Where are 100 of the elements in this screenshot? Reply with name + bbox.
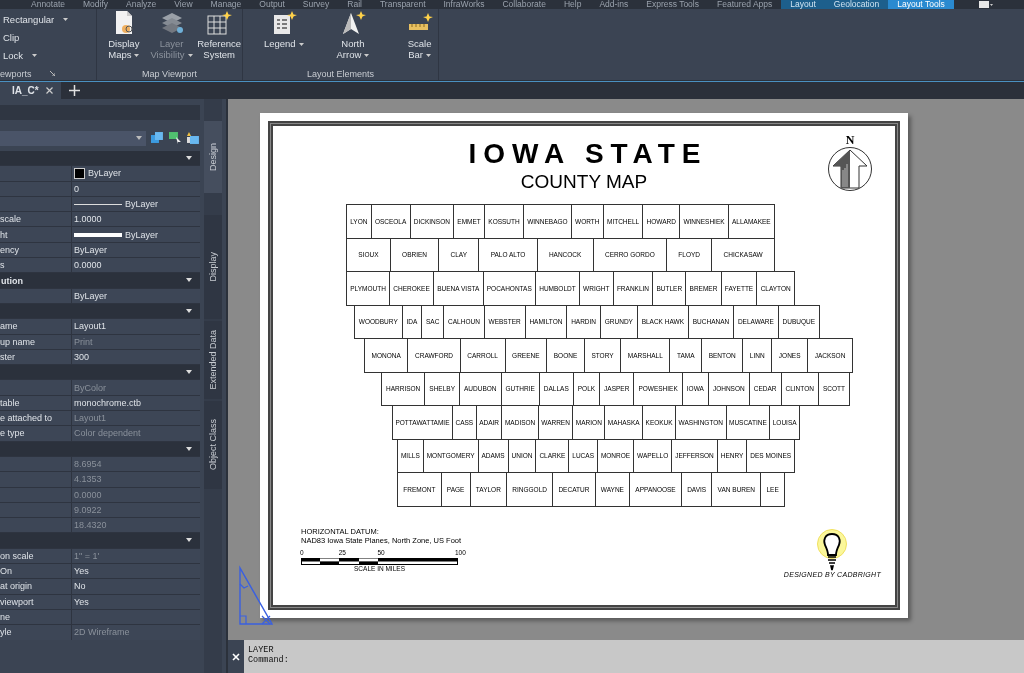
property-value: 4.1353 [74, 474, 102, 485]
caret-icon [136, 136, 143, 140]
property-value: ByLayer [74, 244, 108, 255]
ribbon-tab[interactable]: Output [250, 0, 294, 9]
property-value: ByLayer [74, 290, 108, 301]
ribbon-tab[interactable]: Layout [781, 0, 825, 9]
lightbulb-icon [815, 528, 850, 571]
ribbon-tab[interactable]: Modify [74, 0, 118, 9]
property-value: 8.6954 [74, 459, 102, 470]
property-label: at origin [0, 581, 33, 592]
property-value: 9.0922 [74, 504, 102, 515]
property-value: ByColor [74, 382, 106, 393]
property-value: 2D Wireframe [74, 627, 130, 638]
property-label: scale [0, 214, 21, 225]
ribbon-tab[interactable]: Featured Apps [708, 0, 782, 9]
ribbon-button[interactable]: Legend [263, 10, 305, 67]
ribbon-tab[interactable]: View [165, 0, 202, 9]
ucs-icon [236, 564, 276, 628]
property-label: ame [0, 321, 18, 332]
table-cell[interactable]: 1.0000 [72, 212, 200, 227]
ribbon-tab[interactable]: Add-ins [590, 0, 638, 9]
ribbon-tab[interactable]: Express Tools [637, 0, 708, 9]
close-icon[interactable] [45, 87, 53, 94]
ribbon-button[interactable]: Lock [0, 47, 41, 64]
property-label: ster [0, 352, 15, 362]
property-label: On [0, 566, 12, 577]
table-cell[interactable]: Yes [72, 564, 200, 579]
ribbon-tab[interactable]: Annotate [22, 0, 75, 9]
file-tab[interactable]: IA_C* [0, 82, 61, 99]
property-value: ByLayer [88, 168, 122, 179]
caret-icon [186, 370, 192, 375]
caret-icon [134, 54, 140, 57]
property-label: e type [0, 428, 25, 439]
property-value: Print [74, 336, 93, 347]
table-cell[interactable]: 0.0000 [72, 258, 200, 273]
side-tab[interactable]: Display [204, 215, 222, 319]
caret-icon [186, 538, 192, 543]
property-value: 300 [74, 352, 90, 362]
table-cell[interactable]: 300 [72, 349, 200, 365]
property-value: 1" = 1' [74, 550, 100, 561]
ribbon-button[interactable]: Rectangular [0, 11, 72, 28]
table-cell[interactable]: ByLayer [72, 166, 200, 181]
side-tab[interactable]: Design [204, 121, 222, 193]
ribbon-button[interactable]: North Arrow [334, 10, 372, 67]
ribbon-tab[interactable]: Geolocation [824, 0, 889, 9]
section-title: ution [0, 275, 23, 286]
property-value: Layout1 [74, 321, 107, 332]
table-cell[interactable]: ByLayer [72, 227, 200, 242]
table-cell[interactable]: ByLayer [72, 288, 200, 303]
property-label: ne [0, 612, 10, 623]
select-objects-icon[interactable] [169, 132, 183, 144]
ribbon-tab[interactable]: Collaborate [493, 0, 555, 9]
linetype-sample [74, 203, 122, 205]
side-tab[interactable]: Extended Data [204, 321, 222, 399]
property-value: monochrome.ctb [74, 397, 142, 408]
property-value: 0.0000 [74, 260, 102, 271]
side-tab[interactable]: Object Class [204, 401, 222, 489]
table-cell[interactable]: No [72, 579, 200, 594]
table-cell[interactable]: monochrome.ctb [72, 395, 200, 411]
table-cell[interactable]: 0 [72, 181, 200, 196]
ribbon-tab[interactable]: InfraWorks [434, 0, 494, 9]
caret-icon [186, 278, 192, 283]
caret-icon [63, 18, 69, 21]
dialog-launcher-icon[interactable] [49, 71, 55, 76]
window-icon[interactable] [977, 0, 994, 9]
caret-icon [186, 308, 192, 313]
lineweight-sample [74, 232, 122, 237]
ribbon-button[interactable]: Clip [0, 29, 23, 46]
caret-icon [298, 43, 304, 46]
table-cell[interactable]: Yes [72, 594, 200, 609]
grid-icon [206, 10, 233, 36]
table-cell [0, 518, 71, 533]
ribbon-tab[interactable]: Transparent [371, 0, 435, 9]
ribbon-tab[interactable]: Layout Tools [888, 0, 954, 9]
property-label: up name [0, 336, 36, 347]
table-cell[interactable]: Layout1 [72, 319, 200, 334]
table-cell [0, 166, 71, 181]
ribbon-tab[interactable]: Help [554, 0, 591, 9]
property-value: ByLayer [125, 199, 159, 210]
ribbon-button[interactable]: Reference System [196, 10, 242, 67]
ribbon-tab[interactable]: Survey [293, 0, 339, 9]
property-value: ByLayer [125, 229, 159, 240]
table-cell [0, 456, 71, 472]
panel-title: Map Viewport [142, 68, 197, 79]
table-cell[interactable]: ByLayer [72, 242, 200, 258]
property-label: on scale [0, 550, 34, 561]
ribbon-button[interactable]: Scale Bar [401, 10, 438, 67]
ribbon-tab[interactable]: Manage [201, 0, 251, 9]
new-tab-icon[interactable] [68, 85, 80, 96]
property-value: Yes [74, 566, 89, 577]
property-value: 0 [74, 183, 79, 194]
quick-select-icon[interactable] [187, 132, 200, 144]
toggle-pickadd-icon[interactable] [151, 132, 165, 144]
table-cell[interactable]: ByLayer [72, 196, 200, 212]
ribbon-button[interactable]: Display Maps [101, 10, 147, 67]
ribbon-tab[interactable]: Analyze [117, 0, 166, 9]
section-header[interactable]: ution [0, 273, 200, 288]
ribbon-tab[interactable]: Rail [338, 0, 371, 9]
property-label: s [0, 260, 5, 271]
property-value: Yes [74, 596, 89, 607]
